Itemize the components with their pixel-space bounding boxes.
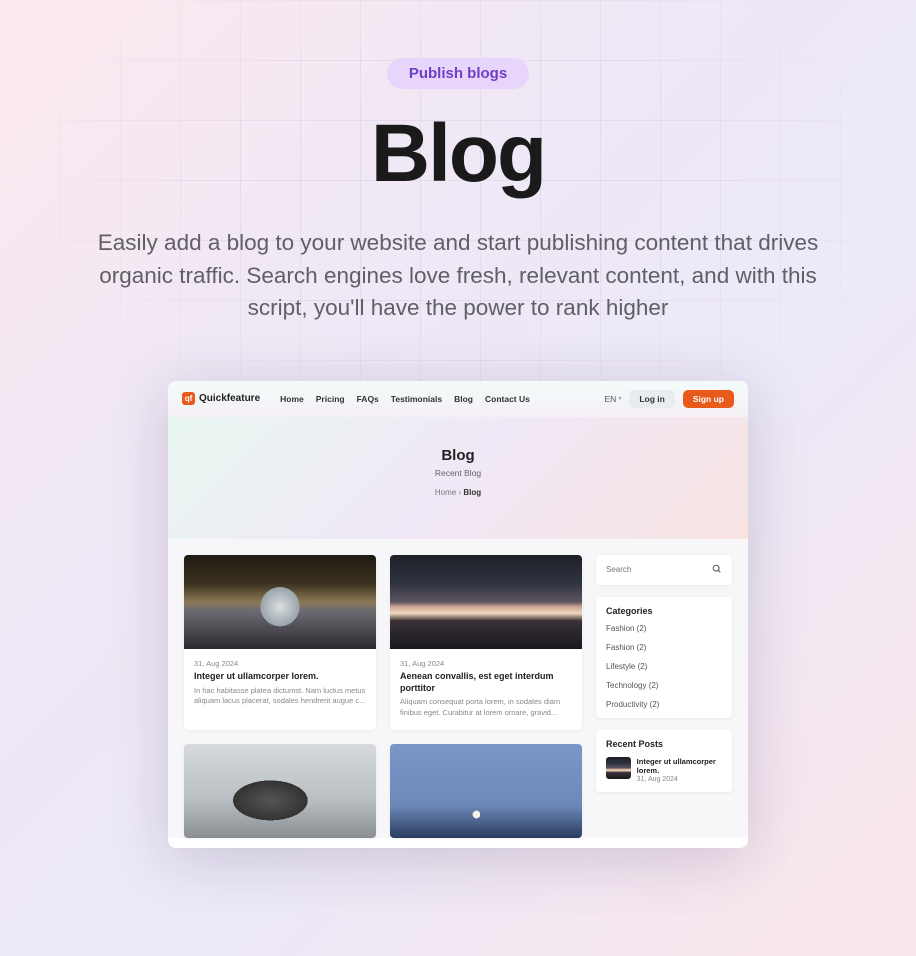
page-subtitle: Recent Blog [168,468,748,478]
post-excerpt: In hac habitasse platea dictumst. Nam lu… [194,686,366,707]
recent-post-thumb [606,757,631,779]
breadcrumb-home[interactable]: Home [435,488,456,497]
page-hero: Blog Recent Blog Home › Blog [168,417,748,539]
post-card[interactable] [390,744,582,838]
post-title: Integer ut ullamcorper lorem. [194,671,366,683]
product-screenshot: qf Quickfeature Home Pricing FAQs Testim… [168,381,748,848]
categories-panel: Categories Fashion (2) Fashion (2) Lifes… [596,597,732,718]
breadcrumb-separator: › [458,488,461,497]
brand-name: Quickfeature [199,393,260,404]
header-right: EN ▾ Log in Sign up [605,390,735,408]
post-excerpt: Aliquam consequat porta lorem, in sodale… [400,697,572,718]
search-panel [596,555,732,585]
recent-post-date: 31, Aug 2024 [637,776,722,783]
post-title: Aenean convallis, est eget interdum port… [400,671,572,694]
category-item[interactable]: Productivity (2) [606,700,722,709]
categories-heading: Categories [606,606,722,616]
nav-pricing[interactable]: Pricing [316,394,345,404]
sidebar: Categories Fashion (2) Fashion (2) Lifes… [596,555,732,838]
post-card-body: 31, Aug 2024 Integer ut ullamcorper lore… [184,649,376,719]
chevron-down-icon: ▾ [618,395,621,402]
hero-badge: Publish blogs [387,58,529,89]
post-card[interactable]: 31, Aug 2024 Integer ut ullamcorper lore… [184,555,376,730]
recent-post-info: Integer ut ullamcorper lorem. 31, Aug 20… [637,757,722,783]
nav-blog[interactable]: Blog [454,394,473,404]
post-image [390,744,582,838]
recent-posts-heading: Recent Posts [606,739,722,749]
nav-home[interactable]: Home [280,394,304,404]
language-selector[interactable]: EN ▾ [605,394,622,404]
content-body: 31, Aug 2024 Integer ut ullamcorper lore… [168,539,748,838]
hero-title: Blog [371,107,545,201]
recent-post-item[interactable]: Integer ut ullamcorper lorem. 31, Aug 20… [606,757,722,783]
posts-grid: 31, Aug 2024 Integer ut ullamcorper lore… [184,555,582,838]
nav-contact[interactable]: Contact Us [485,394,530,404]
post-card[interactable] [184,744,376,838]
post-date: 31, Aug 2024 [194,659,366,668]
nav-testimonials[interactable]: Testimonials [391,394,442,404]
recent-posts-panel: Recent Posts Integer ut ullamcorper lore… [596,730,732,792]
login-button[interactable]: Log in [629,390,675,408]
brand-icon: qf [182,392,195,405]
main-nav: Home Pricing FAQs Testimonials Blog Cont… [280,394,530,404]
language-label: EN [605,394,617,404]
categories-list: Fashion (2) Fashion (2) Lifestyle (2) Te… [606,624,722,709]
hero-subtitle: Easily add a blog to your website and st… [78,227,838,325]
post-date: 31, Aug 2024 [400,659,572,668]
search-icon[interactable] [712,564,722,576]
breadcrumb-current: Blog [463,488,481,497]
post-image [184,744,376,838]
post-image [390,555,582,649]
post-card-body: 31, Aug 2024 Aenean convallis, est eget … [390,649,582,730]
search-input[interactable] [606,565,706,574]
category-item[interactable]: Fashion (2) [606,643,722,652]
post-card[interactable]: 31, Aug 2024 Aenean convallis, est eget … [390,555,582,730]
breadcrumb: Home › Blog [168,488,748,497]
signup-button[interactable]: Sign up [683,390,734,408]
nav-faqs[interactable]: FAQs [357,394,379,404]
app-header: qf Quickfeature Home Pricing FAQs Testim… [168,381,748,417]
recent-post-title: Integer ut ullamcorper lorem. [637,757,722,775]
post-image [184,555,376,649]
page-container: Publish blogs Blog Easily add a blog to … [0,0,916,956]
brand[interactable]: qf Quickfeature [182,392,260,405]
category-item[interactable]: Fashion (2) [606,624,722,633]
page-title: Blog [168,447,748,464]
category-item[interactable]: Technology (2) [606,681,722,690]
category-item[interactable]: Lifestyle (2) [606,662,722,671]
